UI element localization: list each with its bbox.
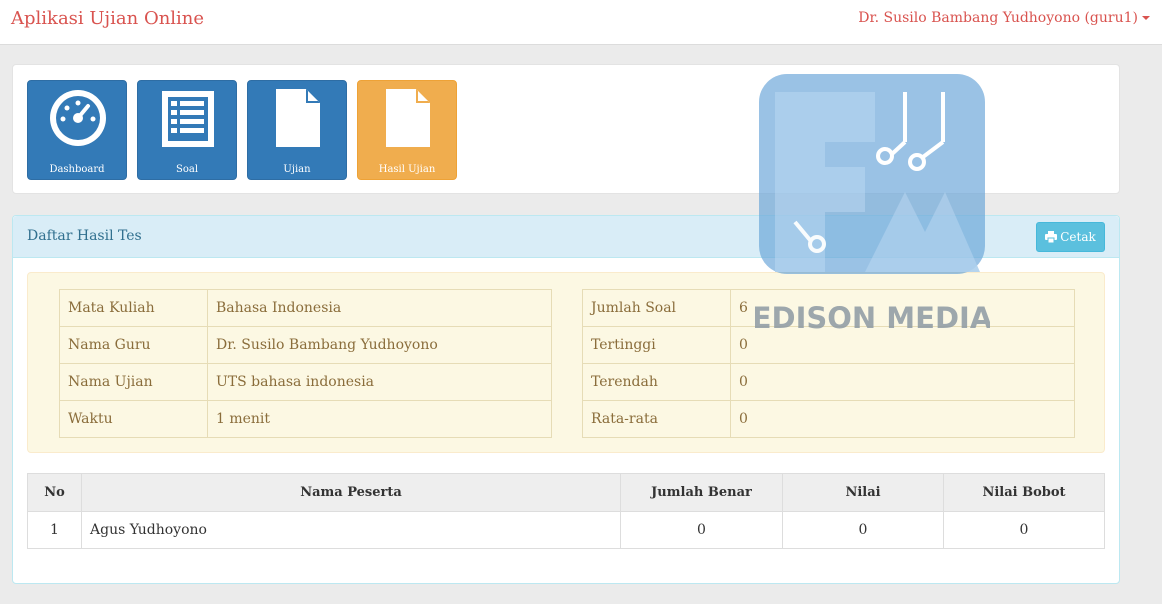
user-name: Dr. Susilo Bambang Yudhoyono (guru1) bbox=[858, 10, 1138, 26]
table-row: Mata Kuliah Bahasa Indonesia bbox=[59, 289, 552, 327]
stat-label: Jumlah Soal bbox=[582, 289, 731, 327]
cell-weighted-score: 0 bbox=[943, 511, 1105, 549]
tile-dashboard[interactable]: Dashboard bbox=[27, 80, 127, 180]
file-icon bbox=[276, 89, 320, 147]
cell-no: 1 bbox=[27, 511, 82, 549]
info-value: UTS bahasa indonesia bbox=[207, 363, 552, 401]
cell-correct-count: 0 bbox=[620, 511, 783, 549]
table-row: Nama Guru Dr. Susilo Bambang Yudhoyono bbox=[59, 326, 552, 364]
stat-label: Terendah bbox=[582, 363, 731, 401]
tile-label: Soal bbox=[175, 164, 199, 175]
column-header-no: No bbox=[27, 473, 82, 512]
column-header-nilai: Nilai bbox=[782, 473, 944, 512]
info-value: Dr. Susilo Bambang Yudhoyono bbox=[207, 326, 552, 364]
tile-label: Dashboard bbox=[49, 164, 105, 175]
info-label: Mata Kuliah bbox=[59, 289, 208, 327]
stat-label: Rata-rata bbox=[582, 400, 731, 438]
column-header-nama-peserta: Nama Peserta bbox=[81, 473, 621, 512]
participant-results-table: No Nama Peserta Jumlah Benar Nilai Nilai… bbox=[27, 473, 1105, 549]
watermark-text: EDISON MEDIA bbox=[755, 301, 990, 334]
stat-value: 0 bbox=[730, 363, 1075, 401]
stat-label: Tertinggi bbox=[582, 326, 731, 364]
table-row: Terendah 0 bbox=[582, 363, 1075, 401]
tile-hasil-ujian[interactable]: Hasil Ujian bbox=[357, 80, 457, 180]
table-row: Rata-rata 0 bbox=[582, 400, 1075, 438]
cell-participant-name: Agus Yudhoyono bbox=[81, 511, 621, 549]
edison-media-watermark-logo: EDISON MEDIA bbox=[755, 74, 990, 334]
tile-soal[interactable]: Soal bbox=[137, 80, 237, 180]
table-row: Waktu 1 menit bbox=[59, 400, 552, 438]
stat-value: 0 bbox=[730, 400, 1075, 438]
exam-info-table: Mata Kuliah Bahasa Indonesia Nama Guru D… bbox=[59, 289, 552, 438]
panel-title: Daftar Hasil Tes bbox=[27, 228, 142, 244]
table-header-row: No Nama Peserta Jumlah Benar Nilai Nilai… bbox=[27, 473, 1105, 512]
info-label: Nama Guru bbox=[59, 326, 208, 364]
dashboard-icon bbox=[50, 90, 106, 146]
caret-down-icon bbox=[1142, 16, 1150, 20]
print-button-label: Cetak bbox=[1060, 230, 1096, 244]
tile-label: Ujian bbox=[283, 164, 311, 175]
print-button[interactable]: Cetak bbox=[1036, 222, 1105, 252]
column-header-jumlah-benar: Jumlah Benar bbox=[620, 473, 783, 512]
file-icon bbox=[386, 89, 430, 147]
cell-score: 0 bbox=[782, 511, 944, 549]
user-menu-dropdown[interactable]: Dr. Susilo Bambang Yudhoyono (guru1) bbox=[858, 10, 1150, 26]
app-brand-link[interactable]: Aplikasi Ujian Online bbox=[11, 8, 204, 29]
tile-label: Hasil Ujian bbox=[378, 164, 436, 175]
table-row: Nama Ujian UTS bahasa indonesia bbox=[59, 363, 552, 401]
list-icon bbox=[162, 91, 214, 147]
info-value: 1 menit bbox=[207, 400, 552, 438]
info-label: Nama Ujian bbox=[59, 363, 208, 401]
column-header-nilai-bobot: Nilai Bobot bbox=[943, 473, 1105, 512]
info-value: Bahasa Indonesia bbox=[207, 289, 552, 327]
print-icon bbox=[1045, 231, 1058, 244]
table-row: 1 Agus Yudhoyono 0 0 0 bbox=[27, 511, 1105, 549]
info-label: Waktu bbox=[59, 400, 208, 438]
tile-ujian[interactable]: Ujian bbox=[247, 80, 347, 180]
navbar: Aplikasi Ujian Online Dr. Susilo Bambang… bbox=[0, 0, 1162, 45]
